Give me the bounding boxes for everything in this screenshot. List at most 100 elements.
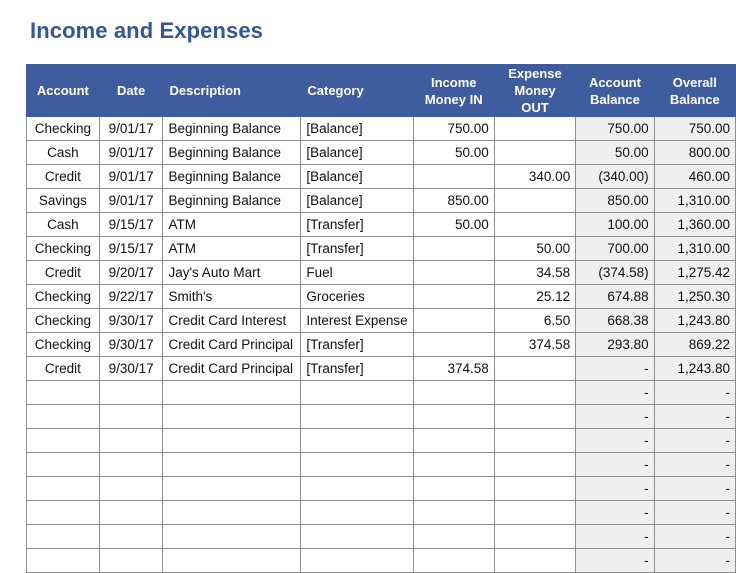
cell-overall-balance[interactable]: 800.00 (653, 140, 736, 165)
cell-date[interactable] (98, 476, 164, 501)
cell-account-balance[interactable]: - (575, 548, 655, 573)
cell-overall-balance[interactable]: 460.00 (653, 164, 736, 189)
cell-account-balance[interactable]: 850.00 (575, 188, 655, 213)
cell-description[interactable] (162, 524, 302, 549)
cell-expense[interactable]: 34.58 (493, 260, 577, 285)
cell-overall-balance[interactable]: 1,310.00 (653, 188, 736, 213)
cell-description[interactable] (162, 380, 302, 405)
cell-description[interactable]: ATM (162, 212, 302, 237)
cell-overall-balance[interactable]: - (653, 476, 736, 501)
cell-expense[interactable] (493, 428, 577, 453)
cell-category[interactable] (300, 452, 414, 477)
cell-category[interactable]: Fuel (300, 260, 414, 285)
cell-category[interactable] (300, 428, 414, 453)
cell-account-balance[interactable]: - (575, 404, 655, 429)
cell-overall-balance[interactable]: - (653, 524, 736, 549)
cell-date[interactable]: 9/01/17 (98, 188, 164, 213)
cell-category[interactable] (300, 404, 414, 429)
cell-account-balance[interactable]: - (575, 452, 655, 477)
cell-account-balance[interactable]: - (575, 524, 655, 549)
cell-income[interactable] (412, 476, 495, 501)
cell-description[interactable]: Beginning Balance (162, 164, 302, 189)
cell-description[interactable] (162, 500, 302, 525)
column-header-account[interactable]: Account (26, 64, 100, 117)
cell-category[interactable]: [Transfer] (300, 212, 414, 237)
cell-income[interactable] (412, 260, 495, 285)
cell-description[interactable]: Jay's Auto Mart (162, 260, 302, 285)
cell-description[interactable] (162, 428, 302, 453)
cell-overall-balance[interactable]: 1,243.80 (653, 356, 736, 381)
cell-account[interactable]: Cash (26, 140, 100, 165)
cell-account[interactable] (26, 428, 100, 453)
cell-expense[interactable] (493, 140, 577, 165)
cell-expense[interactable] (493, 548, 577, 573)
cell-account[interactable] (26, 548, 100, 573)
column-header-category[interactable]: Category (300, 64, 414, 117)
cell-income[interactable] (412, 524, 495, 549)
cell-date[interactable]: 9/15/17 (98, 236, 164, 261)
cell-expense[interactable] (493, 188, 577, 213)
cell-overall-balance[interactable]: 1,360.00 (653, 212, 736, 237)
cell-description[interactable]: Credit Card Principal (162, 332, 302, 357)
cell-income[interactable] (412, 380, 495, 405)
cell-category[interactable]: Interest Expense (300, 308, 414, 333)
cell-overall-balance[interactable]: - (653, 404, 736, 429)
cell-description[interactable] (162, 476, 302, 501)
cell-expense[interactable]: 25.12 (493, 284, 577, 309)
cell-date[interactable]: 9/30/17 (98, 308, 164, 333)
cell-account[interactable]: Credit (26, 356, 100, 381)
cell-date[interactable]: 9/01/17 (98, 116, 164, 141)
cell-account[interactable] (26, 452, 100, 477)
cell-account[interactable] (26, 524, 100, 549)
cell-expense[interactable] (493, 476, 577, 501)
cell-income[interactable] (412, 164, 495, 189)
cell-account-balance[interactable]: 100.00 (575, 212, 655, 237)
cell-income[interactable] (412, 548, 495, 573)
cell-expense[interactable]: 340.00 (493, 164, 577, 189)
cell-account-balance[interactable]: 293.80 (575, 332, 655, 357)
cell-expense[interactable] (493, 452, 577, 477)
cell-expense[interactable] (493, 356, 577, 381)
column-header-date[interactable]: Date (98, 64, 164, 117)
cell-income[interactable] (412, 452, 495, 477)
cell-category[interactable]: [Transfer] (300, 332, 414, 357)
cell-description[interactable]: Beginning Balance (162, 188, 302, 213)
cell-account-balance[interactable]: - (575, 380, 655, 405)
cell-account[interactable]: Checking (26, 284, 100, 309)
cell-date[interactable] (98, 404, 164, 429)
cell-category[interactable] (300, 524, 414, 549)
cell-category[interactable]: Groceries (300, 284, 414, 309)
cell-income[interactable] (412, 428, 495, 453)
cell-account-balance[interactable]: (340.00) (575, 164, 655, 189)
cell-expense[interactable] (493, 404, 577, 429)
cell-expense[interactable]: 374.58 (493, 332, 577, 357)
cell-income[interactable]: 50.00 (412, 212, 495, 237)
cell-overall-balance[interactable]: - (653, 452, 736, 477)
cell-overall-balance[interactable]: - (653, 500, 736, 525)
cell-account-balance[interactable]: 674.88 (575, 284, 655, 309)
cell-income[interactable]: 374.58 (412, 356, 495, 381)
cell-category[interactable] (300, 548, 414, 573)
cell-income[interactable]: 850.00 (412, 188, 495, 213)
cell-expense[interactable]: 6.50 (493, 308, 577, 333)
cell-income[interactable] (412, 500, 495, 525)
cell-date[interactable] (98, 524, 164, 549)
cell-category[interactable]: [Balance] (300, 140, 414, 165)
cell-income[interactable] (412, 404, 495, 429)
cell-date[interactable] (98, 500, 164, 525)
cell-account[interactable]: Credit (26, 260, 100, 285)
cell-account-balance[interactable]: 700.00 (575, 236, 655, 261)
cell-income[interactable] (412, 332, 495, 357)
cell-overall-balance[interactable]: 1,243.80 (653, 308, 736, 333)
cell-overall-balance[interactable]: 750.00 (653, 116, 736, 141)
column-header-expense[interactable]: Expense Money OUT (493, 64, 577, 117)
cell-expense[interactable] (493, 500, 577, 525)
cell-category[interactable]: [Balance] (300, 188, 414, 213)
cell-overall-balance[interactable]: 869.22 (653, 332, 736, 357)
cell-account[interactable]: Savings (26, 188, 100, 213)
cell-account-balance[interactable]: - (575, 428, 655, 453)
cell-expense[interactable] (493, 524, 577, 549)
cell-category[interactable]: [Transfer] (300, 356, 414, 381)
cell-date[interactable] (98, 452, 164, 477)
cell-income[interactable]: 50.00 (412, 140, 495, 165)
